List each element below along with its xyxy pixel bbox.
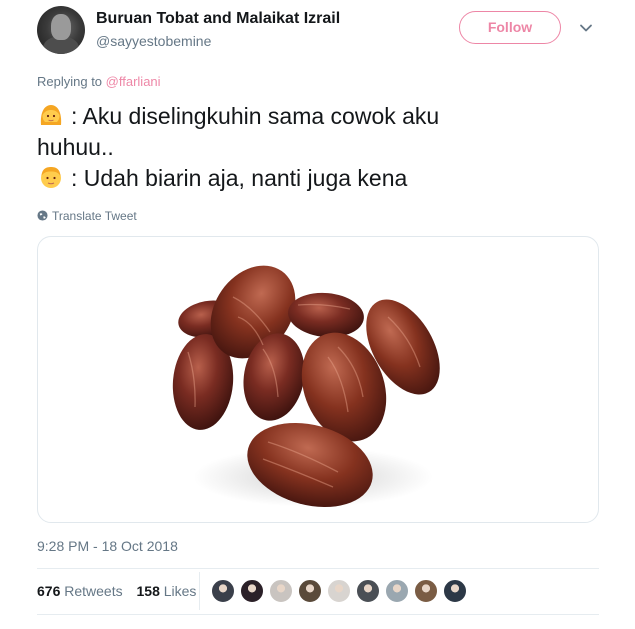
liker-avatar-5[interactable] [327,579,351,603]
globe-icon [37,210,48,221]
likes-count: 158 [136,583,160,599]
liker-avatar-8[interactable] [414,579,438,603]
date-fruit-4 [288,292,364,338]
translate-label: Translate Tweet [52,209,137,223]
tweet-line-1-text: : Aku diselingkuhin sama cowok aku [71,103,440,129]
media-photo[interactable] [37,236,599,523]
liker-avatar-3[interactable] [269,579,293,603]
user-handle[interactable]: @sayyestobemine [96,33,211,49]
chevron-down-icon[interactable] [578,20,594,36]
translate-tweet-link[interactable]: Translate Tweet [37,209,137,223]
dates-fruit-image [172,265,440,508]
liker-avatar-1[interactable] [211,579,235,603]
retweets-label: Retweets [64,583,123,599]
man-emoji-icon [41,167,61,188]
divider-bottom [37,614,599,615]
tweet-line-2: huhuu.. [37,132,597,163]
replying-prefix: Replying to [37,74,103,89]
tweet-card: Buruan Tobat and Malaikat Izrail @sayyes… [0,0,635,629]
likes-stat[interactable]: 158 Likes [137,583,197,599]
tweet-line-1: : Aku diselingkuhin sama cowok aku [37,101,597,132]
likes-label: Likes [163,583,197,599]
tweet-line-3: : Udah biarin aja, nanti juga kena [37,163,597,194]
divider-top [37,568,599,569]
tweet-text: : Aku diselingkuhin sama cowok aku huhuu… [37,101,597,194]
tweet-line-3-text: : Udah biarin aja, nanti juga kena [71,165,408,191]
liker-avatar-7[interactable] [385,579,409,603]
user-avatar[interactable] [37,6,85,54]
liker-avatar-9[interactable] [443,579,467,603]
display-name[interactable]: Buruan Tobat and Malaikat Izrail [96,10,340,28]
liker-avatar-6[interactable] [356,579,380,603]
tweet-line-2-text: huhuu.. [37,134,114,160]
reply-mention-link[interactable]: @ffarliani [106,74,161,89]
woman-emoji-icon [40,105,62,125]
replying-to: Replying to @ffarliani [37,74,161,89]
liker-avatar-4[interactable] [298,579,322,603]
tweet-stats: 676 Retweets 158 Likes [37,583,206,599]
tweet-timestamp[interactable]: 9:28 PM - 18 Oct 2018 [37,538,178,554]
liker-avatar-2[interactable] [240,579,264,603]
retweets-count: 676 [37,583,61,599]
follow-button[interactable]: Follow [459,11,561,44]
retweets-stat[interactable]: 676 Retweets [37,583,123,599]
avatar-figure [51,14,71,40]
stats-separator [199,572,200,610]
